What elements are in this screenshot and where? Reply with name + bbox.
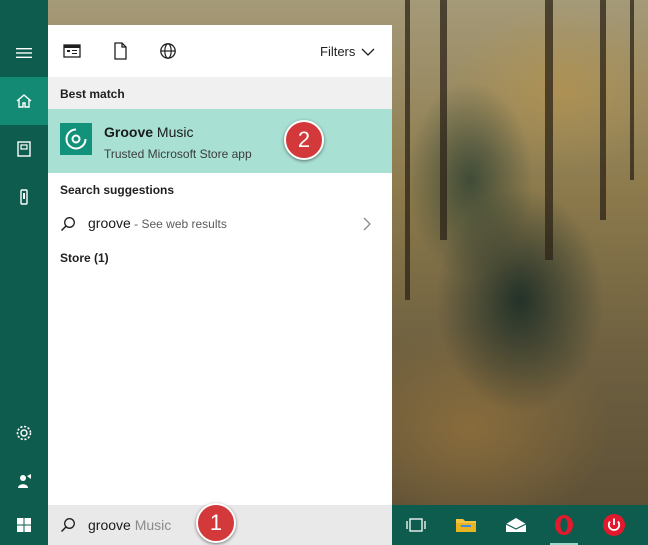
- best-match-header-strip: Best match: [48, 77, 392, 109]
- suggestion-term: groove: [88, 215, 131, 231]
- search-suggestions-header: Search suggestions: [60, 183, 175, 197]
- apps-filter-button[interactable]: [62, 41, 82, 61]
- best-match-result-groove-music[interactable]: Groove Music Trusted Microsoft Store app…: [48, 109, 392, 173]
- home-button[interactable]: [0, 77, 48, 125]
- search-typed-text: groove: [88, 517, 131, 533]
- wallpaper-tree: [630, 0, 634, 180]
- feedback-button[interactable]: [0, 457, 48, 505]
- search-suggestion-row[interactable]: groove - See web results: [48, 208, 392, 240]
- store-header[interactable]: Store (1): [60, 251, 109, 265]
- settings-button[interactable]: [0, 409, 48, 457]
- opera-button[interactable]: [540, 505, 588, 545]
- hamburger-menu-icon: [16, 48, 32, 58]
- start-left-rail: [0, 0, 48, 545]
- task-view-button[interactable]: [392, 505, 440, 545]
- taskbar: [392, 505, 648, 545]
- mail-icon: [505, 518, 527, 532]
- start-button[interactable]: [0, 505, 48, 545]
- task-view-icon: [406, 518, 426, 532]
- home-icon: [16, 94, 32, 108]
- app-name-rest: Music: [153, 124, 194, 140]
- opera-icon: [555, 515, 573, 535]
- file-explorer-button[interactable]: [442, 505, 490, 545]
- search-box[interactable]: groove Music 1: [48, 503, 392, 545]
- wallpaper-tree: [405, 0, 410, 300]
- chevron-right-icon: [363, 217, 371, 231]
- power-icon: [603, 514, 625, 536]
- web-filter-button[interactable]: [158, 41, 178, 61]
- app-name: Groove Music: [104, 124, 193, 140]
- search-autocomplete-text: Music: [130, 517, 172, 533]
- suggestion-hint: - See web results: [130, 217, 227, 231]
- windows-start-icon: [17, 518, 31, 532]
- step-callout-1: 1: [196, 503, 236, 543]
- search-icon: [60, 217, 75, 232]
- best-match-header: Best match: [60, 87, 125, 101]
- filter-toolbar: Filters: [48, 25, 392, 77]
- documents-filter-button[interactable]: [110, 41, 130, 61]
- chevron-down-icon: [361, 48, 375, 56]
- devices-icon: [20, 189, 28, 205]
- notebook-button[interactable]: [0, 125, 48, 173]
- mail-button[interactable]: [492, 505, 540, 545]
- filters-label: Filters: [320, 44, 356, 59]
- file-explorer-icon: [456, 519, 476, 532]
- wallpaper-tree: [600, 0, 606, 220]
- app-subtitle: Trusted Microsoft Store app: [104, 147, 252, 161]
- groove-music-icon: [65, 128, 87, 150]
- wallpaper-tree: [440, 0, 447, 240]
- settings-icon: [16, 425, 32, 441]
- document-filter-icon: [114, 42, 127, 60]
- power-button[interactable]: [590, 505, 638, 545]
- search-input[interactable]: groove Music: [88, 517, 171, 533]
- search-results-panel: Filters Best match Groove Music Trusted …: [48, 25, 392, 505]
- app-name-bold: Groove: [104, 124, 154, 140]
- search-icon: [60, 518, 75, 533]
- hamburger-menu-button[interactable]: [0, 29, 48, 77]
- groove-music-app-tile: [60, 123, 92, 155]
- wallpaper-tree: [545, 0, 553, 260]
- suggestion-text: groove - See web results: [88, 215, 227, 231]
- apps-filter-icon: [63, 44, 81, 58]
- step-callout-2: 2: [284, 120, 324, 160]
- notebook-icon: [17, 141, 31, 157]
- filters-dropdown[interactable]: Filters: [320, 44, 375, 59]
- feedback-icon: [18, 474, 31, 488]
- devices-button[interactable]: [0, 173, 48, 221]
- web-filter-icon: [160, 43, 176, 59]
